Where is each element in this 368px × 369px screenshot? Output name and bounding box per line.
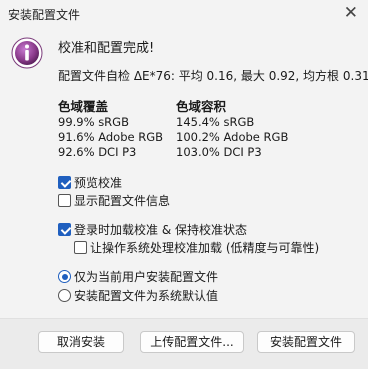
install-profile-button[interactable]: 安装配置文件: [257, 331, 355, 353]
show-profile-info-label[interactable]: 显示配置文件信息: [74, 192, 170, 209]
window-title: 安装配置文件: [8, 8, 81, 22]
info-icon: [11, 37, 43, 69]
close-icon[interactable]: ✕: [344, 3, 358, 23]
coverage-dci-p3: 92.6% DCI P3: [58, 145, 137, 159]
preview-calibration-label[interactable]: 预览校准: [74, 174, 122, 191]
show-profile-info-checkbox[interactable]: [58, 194, 71, 207]
system-default-label[interactable]: 安装配置文件为系统默认值: [74, 287, 218, 304]
cancel-install-button[interactable]: 取消安装: [38, 331, 124, 353]
coverage-srgb: 99.9% sRGB: [58, 115, 129, 129]
volume-title: 色域容积: [176, 99, 227, 114]
coverage-title: 色域覆盖: [58, 99, 109, 114]
upload-profile-button[interactable]: 上传配置文件...: [140, 331, 244, 353]
current-user-radio[interactable]: [58, 270, 71, 283]
load-on-login-checkbox[interactable]: [58, 223, 71, 236]
volume-adobe-rgb: 100.2% Adobe RGB: [176, 130, 289, 144]
delta-e-summary: 配置文件自检 ΔE*76: 平均 0.16, 最大 0.92, 均方根 0.31: [58, 69, 368, 83]
volume-dci-p3: 103.0% DCI P3: [176, 145, 262, 159]
title-bar: 安装配置文件 ✕: [0, 0, 368, 28]
os-handles-calibration-label[interactable]: 让操作系统处理校准加载 (低精度与可靠性): [90, 239, 319, 256]
coverage-adobe-rgb: 91.6% Adobe RGB: [58, 130, 164, 144]
system-default-radio[interactable]: [58, 289, 71, 302]
os-handles-calibration-checkbox[interactable]: [74, 241, 87, 254]
preview-calibration-checkbox[interactable]: [58, 176, 71, 189]
current-user-label[interactable]: 仅为当前用户安装配置文件: [74, 268, 218, 285]
volume-srgb: 145.4% sRGB: [176, 115, 255, 129]
completion-heading: 校准和配置完成!: [58, 41, 155, 56]
load-on-login-label[interactable]: 登录时加载校准 & 保持校准状态: [74, 221, 247, 238]
